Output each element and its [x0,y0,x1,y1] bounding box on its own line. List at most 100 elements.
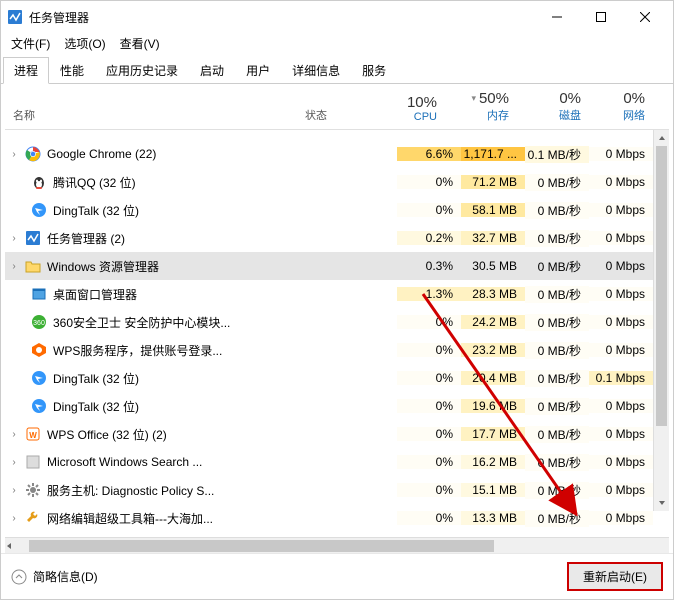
process-name: DingTalk (32 位) [53,202,139,219]
cell-cpu: 1.3% [397,287,461,301]
header-status[interactable]: 状态 [305,90,385,123]
process-name-cell: DingTalk (32 位) [23,370,317,387]
scroll-thumb[interactable] [656,146,667,426]
tab-6[interactable]: 服务 [351,57,397,84]
process-name-cell: 桌面窗口管理器 [23,286,317,303]
cell-net: 0 Mbps [589,231,653,245]
cell-mem: 71.2 MB [461,175,525,189]
scroll-thumb-h[interactable] [29,540,494,552]
titlebar: 任务管理器 [1,1,673,33]
process-name-cell: Microsoft Windows Search ... [23,454,317,470]
restart-button[interactable]: 重新启动(E) [567,562,663,591]
expand-toggle[interactable]: › [5,513,23,524]
tab-1[interactable]: 性能 [49,57,95,84]
menu-view[interactable]: 查看(V) [120,35,160,52]
cell-cpu: 0% [397,203,461,217]
cell-cpu: 0% [397,427,461,441]
expand-toggle[interactable]: › [5,261,23,272]
cell-disk: 0 MB/秒 [525,370,589,387]
scroll-left-button[interactable] [5,538,13,553]
cell-disk: 0 MB/秒 [525,510,589,527]
process-row[interactable]: WPS服务程序，提供账号登录...0%23.2 MB0 MB/秒0 Mbps [5,336,669,364]
scroll-down-button[interactable] [654,495,669,511]
cell-net: 0 Mbps [589,455,653,469]
cell-net: 0 Mbps [589,483,653,497]
task-manager-window: 任务管理器 文件(F) 选项(O) 查看(V) 进程性能应用历史记录启动用户详细… [0,0,674,600]
cell-mem: 17.7 MB [461,427,525,441]
process-name: 桌面窗口管理器 [53,286,137,303]
tab-2[interactable]: 应用历史记录 [95,57,189,84]
scroll-up-button[interactable] [654,130,669,146]
process-name: 服务主机: Diagnostic Policy S... [47,482,214,499]
process-name: WPS服务程序，提供账号登录... [53,342,222,359]
cell-cpu: 6.6% [397,147,461,161]
cell-net: 0 Mbps [589,287,653,301]
cell-disk: 0 MB/秒 [525,174,589,191]
360-icon: 360 [31,314,47,330]
tab-4[interactable]: 用户 [235,57,281,84]
menu-file[interactable]: 文件(F) [11,35,50,52]
process-name-cell: Windows 资源管理器 [23,258,317,275]
cell-mem: 23.2 MB [461,343,525,357]
process-row[interactable]: 桌面窗口管理器1.3%28.3 MB0 MB/秒0 Mbps [5,280,669,308]
process-row[interactable]: ›任务管理器 (2)0.2%32.7 MB0 MB/秒0 Mbps [5,224,669,252]
cell-disk: 0 MB/秒 [525,482,589,499]
cell-mem: 28.3 MB [461,287,525,301]
process-name: DingTalk (32 位) [53,398,139,415]
process-row[interactable]: DingTalk (32 位)0%19.6 MB0 MB/秒0 Mbps [5,392,669,420]
process-name-cell: WPS服务程序，提供账号登录... [23,342,317,359]
process-row[interactable]: ›WWPS Office (32 位) (2)0%17.7 MB0 MB/秒0 … [5,420,669,448]
header-disk[interactable]: 0% 磁盘 [517,90,589,123]
process-row[interactable]: ›Microsoft Windows Search ...0%16.2 MB0 … [5,448,669,476]
menu-options[interactable]: 选项(O) [64,35,105,52]
process-row[interactable]: DingTalk (32 位)0%58.1 MB0 MB/秒0 Mbps [5,196,669,224]
cell-disk: 0 MB/秒 [525,230,589,247]
taskmgr-icon [25,230,41,246]
fewer-details-button[interactable]: 简略信息(D) [11,568,98,585]
process-list[interactable]: ›Google Chrome (22)6.6%1,171.7 ...0.1 MB… [5,130,669,535]
dingtalk-icon [31,202,47,218]
process-row[interactable]: 腾讯QQ (32 位)0%71.2 MB0 MB/秒0 Mbps [5,168,669,196]
process-row[interactable]: 360360安全卫士 安全防护中心模块...0%24.2 MB0 MB/秒0 M… [5,308,669,336]
cell-mem: 1,171.7 ... [461,147,525,161]
cell-disk: 0 MB/秒 [525,342,589,359]
process-name: DingTalk (32 位) [53,370,139,387]
process-name-cell: DingTalk (32 位) [23,398,317,415]
expand-toggle[interactable]: › [5,429,23,440]
close-button[interactable] [623,2,667,32]
expand-toggle[interactable]: › [5,233,23,244]
chrome-icon [25,146,41,162]
process-row[interactable]: ›服务主机: Diagnostic Policy S...0%15.1 MB0 … [5,476,669,504]
cell-disk: 0 MB/秒 [525,398,589,415]
maximize-button[interactable] [579,2,623,32]
process-name: Windows 资源管理器 [47,258,159,275]
horizontal-scrollbar[interactable] [5,537,669,553]
sort-chevron-icon: ▾ [471,93,476,104]
tab-0[interactable]: 进程 [3,57,49,84]
taskmgr-icon [7,9,23,25]
explorer-icon [25,258,41,274]
process-name-cell: 网络编辑超级工具箱---大海加... [23,510,317,527]
header-memory[interactable]: ▾50% 内存 [445,90,517,123]
tab-3[interactable]: 启动 [189,57,235,84]
cell-cpu: 0.3% [397,259,461,273]
process-row[interactable]: ›Windows 资源管理器0.3%30.5 MB0 MB/秒0 Mbps [5,252,669,280]
process-row[interactable]: ›Google Chrome (22)6.6%1,171.7 ...0.1 MB… [5,140,669,168]
header-cpu[interactable]: 10% CPU [385,90,445,123]
cell-net: 0 Mbps [589,343,653,357]
vertical-scrollbar[interactable] [653,130,669,511]
process-row[interactable]: ›网络编辑超级工具箱---大海加...0%13.3 MB0 MB/秒0 Mbps [5,504,669,532]
expand-toggle[interactable]: › [5,457,23,468]
cell-cpu: 0.2% [397,231,461,245]
header-network[interactable]: 0% 网络 [589,90,653,123]
minimize-button[interactable] [535,2,579,32]
cell-mem: 24.2 MB [461,315,525,329]
process-row[interactable]: DingTalk (32 位)0%20.4 MB0 MB/秒0.1 Mbps [5,364,669,392]
wps-icon: W [25,426,41,442]
expand-toggle[interactable]: › [5,149,23,160]
cell-mem: 16.2 MB [461,455,525,469]
header-name[interactable]: 名称 [5,90,305,123]
expand-toggle[interactable]: › [5,485,23,496]
cell-mem: 58.1 MB [461,203,525,217]
tab-5[interactable]: 详细信息 [281,57,351,84]
